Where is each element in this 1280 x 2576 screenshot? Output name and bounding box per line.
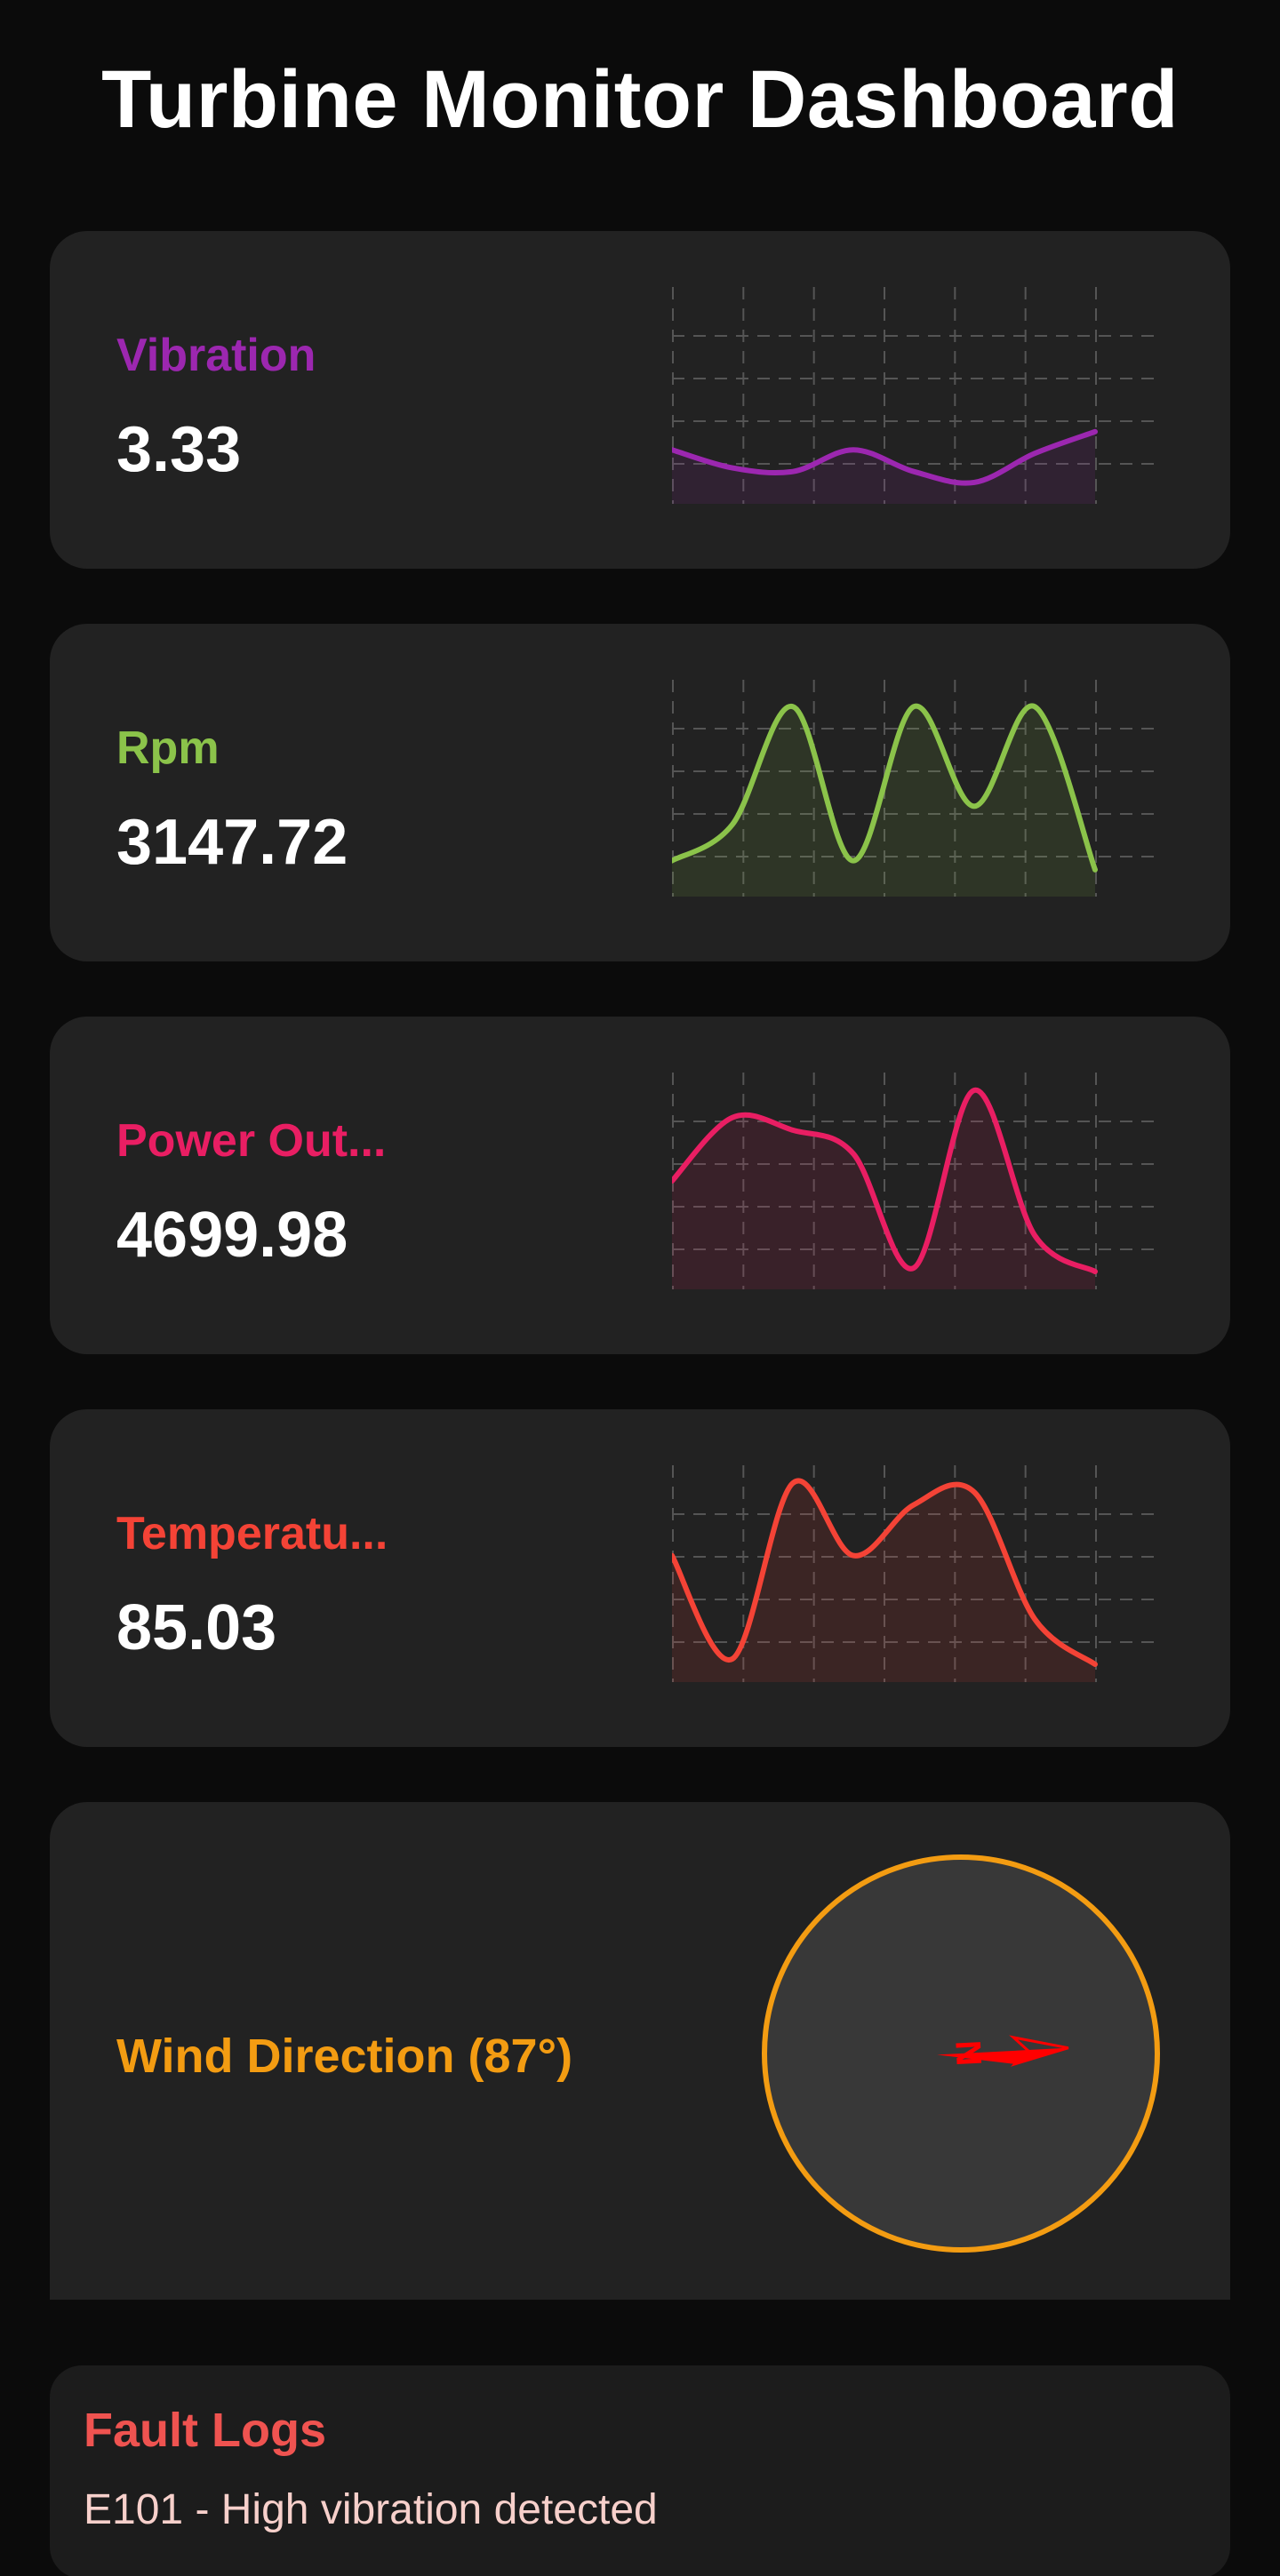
- metric-label: Rpm: [116, 722, 220, 774]
- sparkline-chart: [672, 1073, 1163, 1289]
- sparkline-chart: [672, 680, 1163, 897]
- metric-value: 4699.98: [116, 1200, 348, 1271]
- page-title: Turbine Monitor Dashboard: [101, 54, 1179, 145]
- metric-label: Temperatu...: [116, 1508, 388, 1559]
- sparkline-chart: [672, 287, 1163, 504]
- sparkline-chart: [672, 1465, 1163, 1682]
- wind-direction-card[interactable]: Wind Direction (87°) N: [50, 1802, 1230, 2300]
- metric-value: 3.33: [116, 414, 242, 485]
- metric-label: Vibration: [116, 330, 316, 381]
- metric-value: 3147.72: [116, 807, 348, 878]
- compass-gauge: N: [762, 1854, 1160, 2253]
- north-letter: N: [948, 2039, 988, 2067]
- metric-card-temperature[interactable]: Temperatu... 85.03: [50, 1409, 1230, 1747]
- dashboard-page: Turbine Monitor Dashboard Vibration 3.33…: [0, 0, 1280, 2576]
- fault-logs-title: Fault Logs: [84, 2404, 326, 2457]
- fault-logs-card: Fault Logs E101 - High vibration detecte…: [50, 2365, 1230, 2576]
- metric-label: Power Out...: [116, 1115, 387, 1167]
- metric-card-rpm[interactable]: Rpm 3147.72: [50, 624, 1230, 961]
- fault-log-item: E101 - High vibration detected: [84, 2486, 658, 2533]
- metric-value: 85.03: [116, 1592, 277, 1663]
- wind-direction-label: Wind Direction (87°): [116, 2030, 573, 2083]
- metric-card-vibration[interactable]: Vibration 3.33: [50, 231, 1230, 569]
- metric-card-power-output[interactable]: Power Out... 4699.98: [50, 1017, 1230, 1354]
